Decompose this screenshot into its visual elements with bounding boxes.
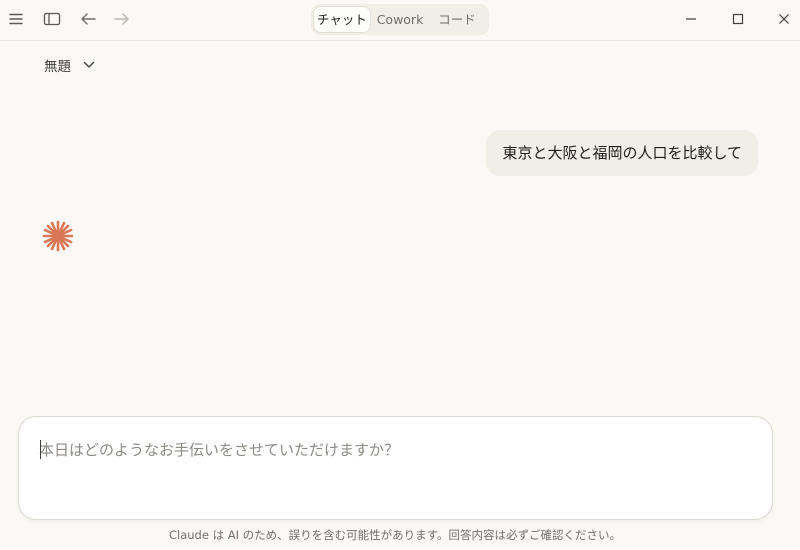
conversation-title-menu[interactable]: 無題: [44, 55, 95, 75]
tab-code[interactable]: コード: [431, 7, 483, 32]
maximize-icon[interactable]: [725, 8, 751, 30]
close-icon[interactable]: [771, 8, 797, 30]
message-composer: [18, 416, 773, 520]
message-input[interactable]: [39, 437, 739, 463]
arrow-right-icon[interactable]: [110, 8, 134, 30]
chevron-down-icon: [83, 61, 95, 69]
title-bar: チャット Cowork コード: [0, 0, 800, 41]
hamburger-menu-icon[interactable]: [4, 8, 28, 30]
claude-spark-icon: [41, 219, 75, 253]
text-caret: [40, 440, 41, 459]
sidebar-toggle-icon[interactable]: [40, 8, 64, 30]
conversation-title: 無題: [44, 59, 71, 75]
tab-cowork[interactable]: Cowork: [371, 7, 429, 32]
mode-tabs: チャット Cowork コード: [311, 4, 489, 35]
tab-chat[interactable]: チャット: [314, 7, 370, 32]
minimize-icon[interactable]: [678, 8, 704, 30]
arrow-left-icon[interactable]: [76, 8, 100, 30]
user-message: 東京と大阪と福岡の人口を比較して: [486, 130, 758, 176]
ai-disclaimer: Claude は AI のため、誤りを含む可能性があります。回答内容は必ずご確認…: [168, 528, 621, 542]
